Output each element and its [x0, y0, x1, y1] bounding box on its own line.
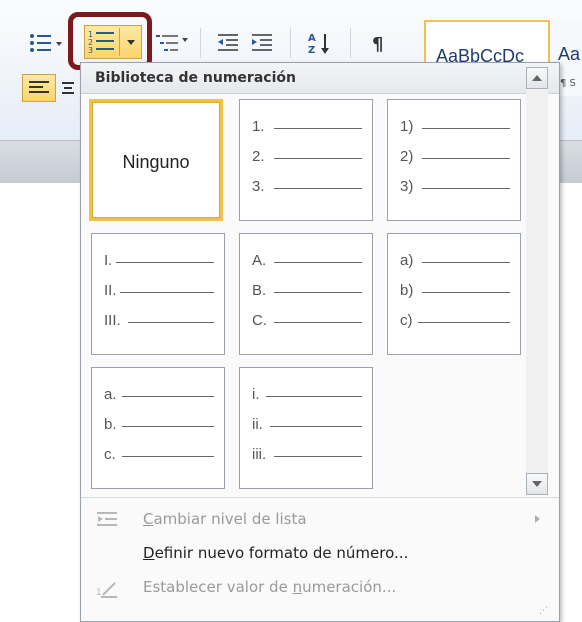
pilcrow-icon: ¶	[372, 34, 383, 55]
submenu-arrow-icon	[535, 515, 540, 523]
align-center-button[interactable]	[58, 74, 78, 102]
tile-line: c)	[388, 312, 522, 332]
numbering-tile-alpha-lower-paren[interactable]: a) b) c)	[387, 233, 521, 355]
tile-line: B.	[240, 282, 374, 302]
menu-separator	[81, 497, 559, 498]
toolbar-separator	[350, 28, 351, 58]
gallery-scroll-down-button[interactable]	[526, 473, 548, 495]
tile-line: 3)	[388, 178, 522, 198]
decrease-indent-button[interactable]	[214, 28, 244, 58]
tile-line: iii.	[240, 446, 374, 466]
numbering-tile-arabic-paren[interactable]: 1) 2) 3)	[387, 99, 521, 221]
show-formatting-marks-button[interactable]: ¶	[364, 28, 394, 58]
svg-text:A: A	[308, 33, 316, 44]
define-new-number-format-menu-item[interactable]: Definir nuevo formato de número...	[81, 537, 559, 569]
tile-line: c.	[92, 446, 226, 466]
svg-text:Z: Z	[308, 45, 315, 56]
numbering-library-header: Biblioteca de numeración	[81, 63, 559, 94]
gallery-scroll-up-button[interactable]	[526, 67, 548, 89]
svg-text:¶: ¶	[372, 34, 383, 55]
change-list-level-icon	[97, 512, 117, 526]
tile-line: ii.	[240, 416, 374, 436]
numbering-tile-none[interactable]: Ninguno	[89, 99, 223, 221]
resize-grip-icon[interactable]: ⋰	[539, 606, 553, 618]
tile-line: 2.	[240, 148, 374, 168]
tile-line: b.	[92, 416, 226, 436]
define-new-number-format-label: Definir nuevo formato de número...	[143, 544, 409, 562]
sort-icon: A Z	[308, 33, 329, 56]
sort-button[interactable]: A Z	[302, 28, 338, 58]
change-list-level-menu-item[interactable]: Cambiar nivel de lista	[81, 503, 559, 535]
tile-line: 1.	[240, 118, 374, 138]
tile-line: a)	[388, 252, 522, 272]
numbering-tile-alpha-upper[interactable]: A. B. C.	[239, 233, 373, 355]
numbering-tile-roman-lower[interactable]: i. ii. iii.	[239, 367, 373, 489]
multilevel-list-icon	[156, 35, 188, 51]
chevron-down-icon	[532, 481, 542, 487]
numbering-tile-alpha-lower-period[interactable]: a. b. c.	[91, 367, 225, 489]
increase-indent-icon	[252, 34, 272, 51]
multilevel-list-button[interactable]	[152, 28, 192, 58]
toolbar-separator	[200, 28, 201, 58]
align-center-icon	[62, 82, 74, 94]
tile-line: i.	[240, 386, 374, 406]
set-numbering-value-label: Establecer valor de numeración...	[143, 578, 397, 596]
svg-text:1: 1	[96, 588, 102, 598]
tile-line: A.	[240, 252, 374, 272]
increase-indent-button[interactable]	[248, 28, 278, 58]
tile-line: III.	[92, 312, 226, 332]
tile-line: II.	[92, 282, 226, 302]
tile-line: a.	[92, 386, 226, 406]
tile-line: C.	[240, 312, 374, 332]
set-numbering-value-menu-item[interactable]: 1 Establecer valor de numeración...	[81, 571, 559, 603]
gallery-scrollbar[interactable]	[526, 89, 548, 473]
tile-line: I.	[92, 252, 226, 272]
tile-line: 2)	[388, 148, 522, 168]
numbering-tile-roman-upper[interactable]: I. II. III.	[91, 233, 225, 355]
bullets-button[interactable]	[24, 28, 64, 58]
numbering-tile-arabic-period[interactable]: 1. 2. 3.	[239, 99, 373, 221]
tile-line: b)	[388, 282, 522, 302]
bullets-icon	[30, 34, 62, 52]
align-left-icon	[29, 81, 49, 93]
numbering-library-dropdown: Biblioteca de numeración Ninguno 1. 2. 3…	[80, 62, 560, 622]
style-preview-subtext: ¶ S	[560, 78, 576, 89]
tile-line: 1)	[388, 118, 522, 138]
numbering-library-title: Biblioteca de numeración	[95, 70, 296, 86]
style-preview-text: Aa	[558, 44, 581, 64]
chevron-up-icon	[532, 75, 542, 81]
numbering-none-label: Ninguno	[122, 152, 190, 172]
decrease-indent-icon	[218, 34, 238, 51]
tile-line: 3.	[240, 178, 374, 198]
align-left-button[interactable]	[22, 74, 56, 102]
set-numbering-value-icon: 1	[96, 582, 117, 598]
toolbar-separator	[290, 28, 291, 58]
change-list-level-label: Cambiar nivel de lista	[143, 510, 307, 528]
